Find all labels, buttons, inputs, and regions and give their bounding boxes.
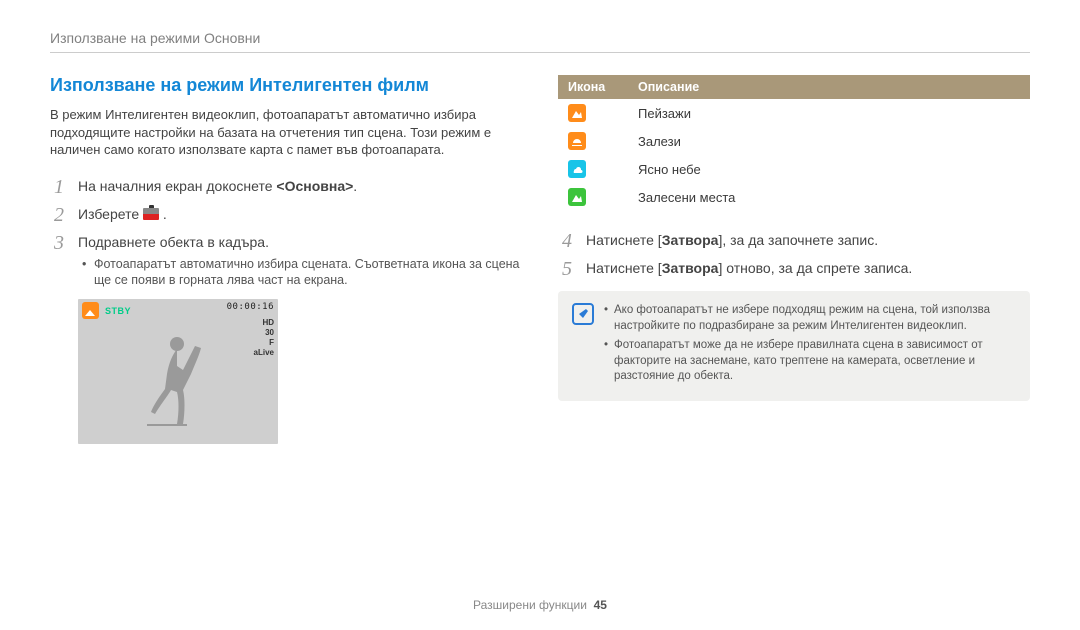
preview-skater-silhouette — [143, 334, 213, 429]
table-desc: Залези — [628, 127, 1030, 155]
content-columns: Използване на режим Интелигентен филм В … — [50, 75, 1030, 444]
preview-right-badges: HD 30 F aLive — [254, 319, 274, 357]
note-item: Ако фотоапаратът не избере подходящ режи… — [604, 303, 1016, 334]
badge-30: 30 — [265, 329, 274, 337]
step-1-post: . — [353, 178, 357, 194]
step-1-bold: <Основна> — [276, 178, 353, 194]
note-item: Фотоапаратът може да не избере правилнат… — [604, 338, 1016, 385]
footer-label: Разширени функции — [473, 598, 587, 612]
step-3-sub: Фотоапаратът автоматично избира сцената.… — [82, 256, 522, 290]
camera-preview: STBY 00:00:16 HD 30 F aLive — [78, 299, 278, 444]
footer-page: 45 — [594, 598, 607, 612]
preview-top-left: STBY — [82, 302, 131, 319]
badge-alive: aLive — [254, 349, 274, 357]
landscape-icon — [568, 104, 586, 122]
step-2-post: . — [163, 206, 167, 222]
step-4-bold: Затвора — [662, 232, 719, 248]
step-number: 1 — [50, 177, 68, 197]
table-head-icon: Икона — [558, 75, 628, 99]
step-list: 1 На началния екран докоснете <Основна>.… — [50, 177, 522, 290]
section-title: Използване на режим Интелигентен филм — [50, 75, 522, 96]
info-icon — [572, 303, 594, 325]
clear-sky-icon — [568, 160, 586, 178]
icon-description-table: Икона Описание Пейзажи Залези — [558, 75, 1030, 211]
step-5-post: ] отново, за да спрете записа. — [718, 260, 912, 276]
page-header: Използване на режими Основни — [50, 30, 1030, 46]
step-number: 3 — [50, 233, 68, 253]
badge-hd: HD — [262, 319, 274, 327]
step-list-right: 4 Натиснете [Затвора], за да започнете з… — [558, 231, 1030, 279]
note-list: Ако фотоапаратът не избере подходящ режи… — [604, 303, 1016, 389]
left-column: Използване на режим Интелигентен филм В … — [50, 75, 522, 444]
badge-f: F — [269, 339, 274, 347]
step-5-pre: Натиснете [ — [586, 260, 662, 276]
step-number: 5 — [558, 259, 576, 279]
step-4: 4 Натиснете [Затвора], за да започнете з… — [558, 231, 1030, 251]
intro-paragraph: В режим Интелигентен видеоклип, фотоапар… — [50, 106, 522, 159]
table-desc: Ясно небе — [628, 155, 1030, 183]
preview-stby-label: STBY — [105, 306, 131, 316]
table-row: Залези — [558, 127, 1030, 155]
step-1-pre: На началния екран докоснете — [78, 178, 276, 194]
step-4-pre: Натиснете [ — [586, 232, 662, 248]
note-box: Ако фотоапаратът не избере подходящ режи… — [558, 291, 1030, 401]
step-2: 2 Изберете . — [50, 205, 522, 225]
step-3-sub-item: Фотоапаратът автоматично избира сцената.… — [82, 256, 522, 290]
forest-icon — [568, 188, 586, 206]
step-2-pre: Изберете — [78, 206, 143, 222]
table-row: Залесени места — [558, 183, 1030, 211]
scene-landscape-icon — [82, 302, 99, 319]
step-3: 3 Подравнете обекта в кадъра. Фотоапарат… — [50, 233, 522, 290]
step-number: 4 — [558, 231, 576, 251]
page-footer: Разширени функции 45 — [0, 598, 1080, 612]
step-5-bold: Затвора — [662, 260, 719, 276]
preview-timer: 00:00:16 — [227, 302, 274, 312]
table-row: Ясно небе — [558, 155, 1030, 183]
sunset-icon — [568, 132, 586, 150]
header-divider — [50, 52, 1030, 53]
table-row: Пейзажи — [558, 99, 1030, 127]
right-column: Икона Описание Пейзажи Залези — [558, 75, 1030, 444]
table-head-desc: Описание — [628, 75, 1030, 99]
table-desc: Пейзажи — [628, 99, 1030, 127]
smart-movie-icon — [143, 208, 159, 220]
table-desc: Залесени места — [628, 183, 1030, 211]
step-1: 1 На началния екран докоснете <Основна>. — [50, 177, 522, 197]
step-3-text: Подравнете обекта в кадъра. — [78, 234, 269, 250]
step-5: 5 Натиснете [Затвора] отново, за да спре… — [558, 259, 1030, 279]
step-4-post: ], за да започнете запис. — [718, 232, 878, 248]
step-number: 2 — [50, 205, 68, 225]
